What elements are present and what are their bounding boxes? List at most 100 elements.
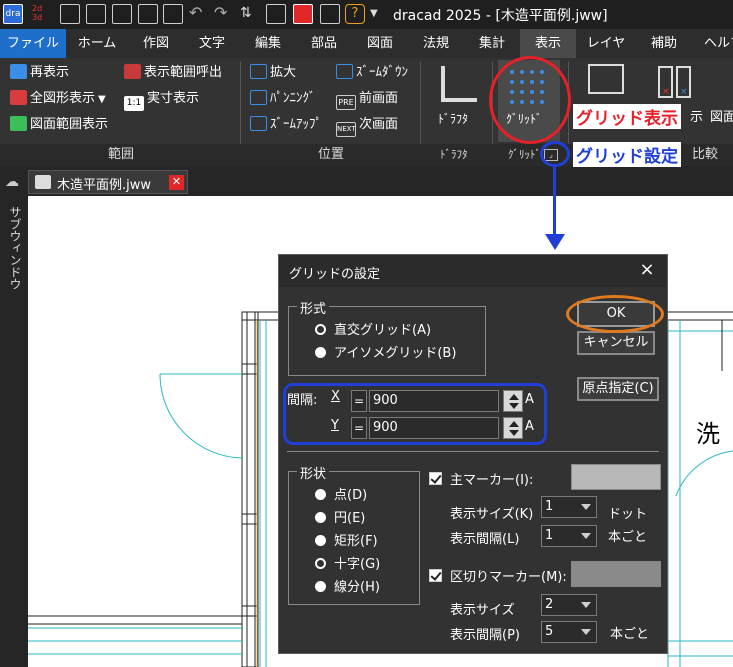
actual-size-button[interactable]: 1:1 実寸表示 xyxy=(124,88,199,111)
main-marker-size-unit: ドット xyxy=(608,507,648,522)
main-marker-size-select[interactable]: 1 xyxy=(541,496,597,518)
menu-layer[interactable]: レイヤ xyxy=(576,29,636,58)
color-icon[interactable] xyxy=(293,4,313,24)
repeat-icon[interactable]: ⇅ xyxy=(240,4,260,24)
divider-marker-interval-select[interactable]: 5 xyxy=(541,621,597,643)
divider-marker-label: 区切りマーカー(M): xyxy=(450,570,567,585)
menu-file[interactable]: ファイル xyxy=(0,29,66,58)
drafter-button-label[interactable]: ﾄﾞﾗﾌﾀ xyxy=(438,108,468,130)
new-file-icon[interactable] xyxy=(86,4,106,24)
close-tab-icon[interactable]: ✕ xyxy=(169,175,184,190)
drawing-range-icon xyxy=(10,116,27,131)
drawing-range-button[interactable]: 図面範囲表示 xyxy=(10,114,108,136)
undo-icon[interactable]: ↶ xyxy=(189,4,209,24)
display-range-recall-button[interactable]: 表示範囲呼出 xyxy=(124,62,222,84)
zoom-in-button[interactable]: 拡大 xyxy=(250,62,296,84)
group-label-range: 範囲 xyxy=(108,147,135,162)
show-all-button[interactable]: 全図形表示 ▼ xyxy=(10,88,106,110)
format-group: 形式 直交グリッド(A) アイソメグリッド(B) xyxy=(288,298,486,376)
main-marker-interval-label: 表示間隔(L) xyxy=(450,532,520,547)
main-marker-size-label: 表示サイズ(K) xyxy=(450,507,534,522)
radio-icon xyxy=(315,535,326,546)
redisplay-icon xyxy=(10,64,27,79)
menu-bar: ファイル ホーム 作図 文字 編集 部品 図面 法規 集計 表示 レイヤ 補助 … xyxy=(0,29,733,58)
menu-home[interactable]: ホーム xyxy=(66,29,128,58)
document-tab[interactable]: 木造平面例.jww ✕ xyxy=(28,170,188,194)
menu-totals[interactable]: 集計 xyxy=(464,29,520,58)
menu-parts[interactable]: 部品 xyxy=(296,29,352,58)
main-marker-interval-unit: 本ごと xyxy=(608,530,648,545)
menu-help[interactable]: ヘルプ xyxy=(692,29,733,58)
next-screen-button[interactable]: NEXT 次画面 xyxy=(336,114,398,137)
room-label: 洗 xyxy=(696,420,720,448)
window-title: dracad 2025 - [木造平面例.jww] xyxy=(393,8,608,24)
menu-edit[interactable]: 編集 xyxy=(240,29,296,58)
drawing-compare-label: 図面 xyxy=(710,110,733,125)
zoom-up-button[interactable]: ｽﾞｰﾑｱｯﾌﾟ xyxy=(250,114,322,136)
dialog-title: グリッドの設定 xyxy=(289,267,381,282)
menu-text[interactable]: 文字 xyxy=(184,29,240,58)
main-marker-interval-select[interactable]: 1 xyxy=(541,525,597,547)
chevron-down-icon xyxy=(581,504,591,510)
menu-drawing[interactable]: 図面 xyxy=(352,29,408,58)
radio-isometric-grid[interactable]: アイソメグリッド(B) xyxy=(315,344,456,364)
shape-group: 形状 点(D) 円(E) 矩形(F) 十字(G) 線分(H) xyxy=(288,463,420,605)
menu-view[interactable]: 表示 xyxy=(520,29,576,58)
radio-icon xyxy=(315,324,326,335)
customize-dropdown-icon[interactable]: ▼ xyxy=(370,4,390,24)
menu-draw[interactable]: 作図 xyxy=(128,29,184,58)
radio-shape-line[interactable]: 線分(H) xyxy=(315,578,380,598)
main-marker-label: 主マーカー(I): xyxy=(450,473,534,488)
help-icon[interactable]: ? xyxy=(345,4,365,24)
display-compare-icon[interactable] xyxy=(588,64,624,94)
settings-screen-icon[interactable] xyxy=(320,4,340,24)
list-icon[interactable] xyxy=(266,4,286,24)
document-tab-bar: 木造平面例.jww ✕ xyxy=(28,166,733,196)
radio-icon xyxy=(315,489,326,500)
group-label-compare: 比較 xyxy=(692,147,719,162)
radio-shape-circle[interactable]: 円(E) xyxy=(315,509,365,529)
grid-toggle-icon[interactable] xyxy=(60,4,80,24)
sub-window-label[interactable]: サブウィンドウ xyxy=(4,206,24,290)
panning-button[interactable]: ﾊﾟﾝﾆﾝｸﾞ xyxy=(250,88,316,110)
radio-icon xyxy=(315,581,326,592)
menu-assist[interactable]: 補助 xyxy=(636,29,692,58)
group-label-grid: ｸﾞﾘｯﾄﾞ xyxy=(508,148,541,161)
radio-shape-dot[interactable]: 点(D) xyxy=(315,486,367,506)
palette-icon[interactable]: ☁ xyxy=(5,174,23,192)
divider-marker-size-label: 表示サイズ xyxy=(450,603,515,618)
menu-regulation[interactable]: 法規 xyxy=(408,29,464,58)
radio-orthogonal-grid[interactable]: 直交グリッド(A) xyxy=(315,321,431,341)
spacing-highlight-box xyxy=(283,383,547,445)
drawing-compare-icon[interactable]: × × xyxy=(658,66,692,104)
radio-icon xyxy=(315,512,326,523)
redisplay-button[interactable]: 再表示 xyxy=(10,62,69,84)
zoom-down-icon xyxy=(336,64,353,79)
side-panel: ☁ サブウィンドウ xyxy=(0,166,28,667)
divider-marker-checkbox[interactable] xyxy=(429,569,442,582)
divider-marker-color-button[interactable] xyxy=(571,561,661,587)
display-compare-label: 示 xyxy=(690,110,704,125)
main-marker-color-button[interactable] xyxy=(571,464,661,490)
save-icon[interactable] xyxy=(138,4,158,24)
origin-button[interactable]: 原点指定(C) xyxy=(577,377,659,401)
grid-settings-callout: グリッド設定 xyxy=(573,142,681,167)
drafter-icon[interactable] xyxy=(437,64,479,106)
close-icon[interactable]: × xyxy=(633,259,661,283)
main-marker-checkbox[interactable] xyxy=(429,472,442,485)
radio-shape-cross[interactable]: 十字(G) xyxy=(315,555,380,575)
divider-marker-size-select[interactable]: 2 xyxy=(541,594,597,616)
actual-size-icon: 1:1 xyxy=(124,96,144,111)
previous-screen-button[interactable]: PRE 前画面 xyxy=(336,88,398,110)
cancel-button[interactable]: キャンセル xyxy=(577,331,655,355)
dialog-title-bar[interactable]: グリッドの設定 × xyxy=(279,255,667,287)
radio-icon xyxy=(315,558,326,569)
redo-icon[interactable]: ↷ xyxy=(214,4,234,24)
radio-shape-rectangle[interactable]: 矩形(F) xyxy=(315,532,378,552)
divider-marker-interval-label: 表示間隔(P) xyxy=(450,628,520,643)
ok-highlight-ring xyxy=(566,295,664,333)
print-preview-icon[interactable] xyxy=(163,4,183,24)
zoom-down-button[interactable]: ｽﾞｰﾑﾀﾞｳﾝ xyxy=(336,62,408,84)
2d-3d-icon[interactable]: 2d 3d xyxy=(32,4,52,24)
open-file-icon[interactable] xyxy=(112,4,132,24)
